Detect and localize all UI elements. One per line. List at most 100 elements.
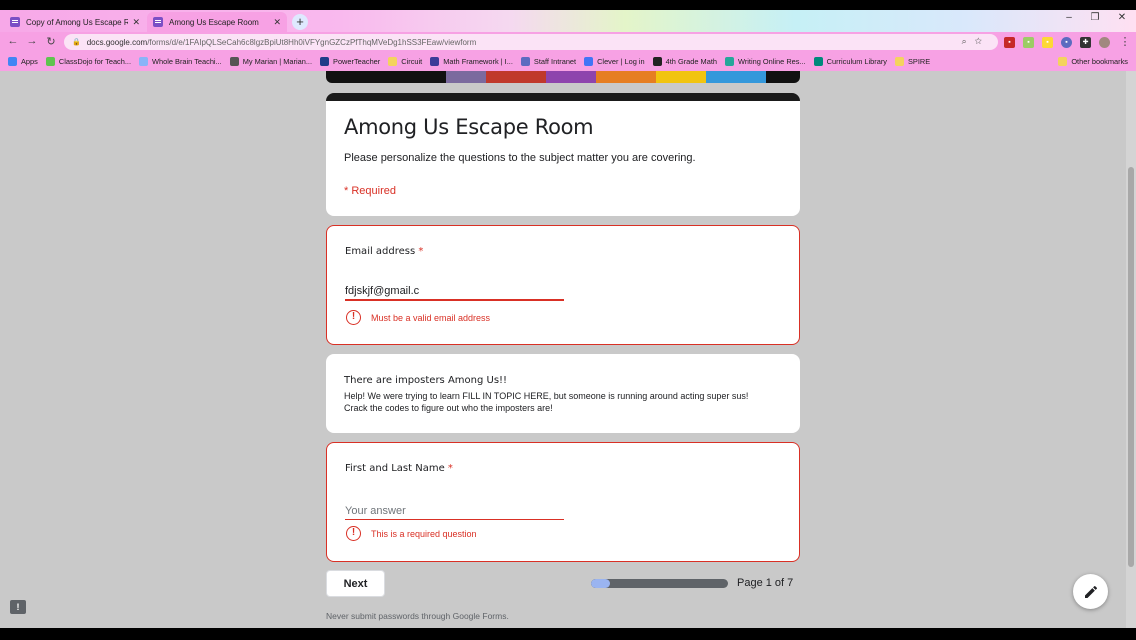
bookmark-item[interactable]: ClassDojo for Teach... bbox=[45, 57, 132, 66]
email-label: Email address * bbox=[345, 246, 423, 257]
bookmark-favicon-icon bbox=[45, 57, 55, 66]
tab-close-icon[interactable]: ✕ bbox=[273, 17, 281, 28]
url-text: docs.google.com/forms/d/e/1FAIpQLSeCah6c… bbox=[87, 38, 477, 47]
bookmark-favicon-icon bbox=[388, 57, 398, 66]
form-title: Among Us Escape Room bbox=[344, 115, 594, 139]
new-tab-button[interactable]: + bbox=[292, 14, 308, 30]
close-window-button[interactable]: ✕ bbox=[1108, 12, 1136, 23]
email-field[interactable] bbox=[345, 283, 564, 301]
bookmark-item[interactable]: PowerTeacher bbox=[320, 57, 380, 66]
extension-icon[interactable]: ▪ bbox=[1023, 37, 1034, 48]
profile-avatar[interactable] bbox=[1099, 37, 1110, 48]
bookmark-favicon-icon bbox=[652, 57, 662, 66]
required-star: * bbox=[418, 246, 424, 257]
progress-bar bbox=[591, 579, 728, 588]
name-label: First and Last Name * bbox=[345, 463, 453, 474]
tab-close-icon[interactable]: ✕ bbox=[132, 17, 140, 28]
form-title-card: Among Us Escape Room Please personalize … bbox=[326, 93, 800, 216]
other-bookmarks[interactable]: Other bookmarks bbox=[1058, 52, 1128, 71]
bookmark-item[interactable]: Apps bbox=[8, 57, 38, 66]
omnibox-icons: ⌕☆ bbox=[962, 36, 990, 47]
bookmark-item[interactable]: Staff Intranet bbox=[520, 57, 577, 66]
bookmark-item[interactable]: SPIRE bbox=[895, 57, 930, 66]
extension-icon[interactable]: ▪ bbox=[1061, 37, 1072, 48]
bookmark-label: 4th Grade Math bbox=[665, 57, 717, 66]
bookmark-favicon-icon bbox=[520, 57, 530, 66]
tab-label: Among Us Escape Room bbox=[169, 17, 259, 27]
bookmark-label: Apps bbox=[21, 57, 38, 66]
bookmark-favicon-icon bbox=[895, 57, 904, 66]
minimize-button[interactable]: – bbox=[1055, 12, 1083, 23]
bookmark-item[interactable]: My Marian | Marian... bbox=[229, 57, 313, 66]
next-button[interactable]: Next bbox=[326, 570, 385, 597]
bookmark-label: Clever | Log in bbox=[597, 57, 645, 66]
bookmark-label: ClassDojo for Teach... bbox=[58, 57, 132, 66]
bookmark-label: My Marian | Marian... bbox=[242, 57, 313, 66]
bookmark-label: Writing Online Res... bbox=[737, 57, 806, 66]
bookmark-label: PowerTeacher bbox=[333, 57, 381, 66]
bookmark-item[interactable]: Clever | Log in bbox=[584, 57, 645, 66]
required-star: * bbox=[447, 463, 453, 474]
bookmark-favicon-icon bbox=[229, 57, 239, 66]
extension-icon[interactable]: ▪ bbox=[1042, 37, 1053, 48]
bookmarks-bar: Apps ClassDojo for Teach... Whole Brain Te… bbox=[0, 52, 1136, 71]
scrollbar-thumb[interactable] bbox=[1128, 167, 1134, 567]
more-menu-icon[interactable]: ⋮ bbox=[1118, 35, 1132, 48]
bookmark-item[interactable]: Curriculum Library bbox=[813, 57, 887, 66]
bookmark-favicon-icon bbox=[139, 57, 149, 66]
info-title: There are imposters Among Us!! bbox=[344, 375, 508, 386]
page-count: Page 1 of 7 bbox=[737, 577, 794, 589]
scrollbar[interactable] bbox=[1126, 71, 1136, 628]
edit-button[interactable] bbox=[1073, 574, 1108, 609]
tab-copy-of-among-us[interactable]: Copy of Among Us Escape Room ✕ bbox=[4, 12, 146, 32]
password-warning: Never submit passwords through Google Fo… bbox=[326, 611, 509, 621]
address-bar[interactable]: 🔒 docs.google.com/forms/d/e/1FAIpQLSeCah… bbox=[64, 34, 998, 50]
page-viewport: Among Us Escape Room Please personalize … bbox=[0, 71, 1136, 628]
tab-strip: Copy of Among Us Escape Room ✕ Among Us … bbox=[0, 10, 1136, 32]
bookmark-favicon-icon bbox=[584, 57, 594, 66]
name-error: ! This is a required question bbox=[346, 526, 477, 541]
bookmark-item[interactable]: Writing Online Res... bbox=[724, 57, 806, 66]
bookmark-favicon-icon bbox=[430, 57, 440, 66]
name-error-text: This is a required question bbox=[371, 528, 477, 539]
name-field[interactable] bbox=[345, 502, 564, 520]
bookmark-label: Math Framework | I... bbox=[443, 57, 513, 66]
bookmark-item[interactable]: Circuit bbox=[388, 57, 422, 66]
name-question-card: First and Last Name * ! This is a requir… bbox=[326, 442, 800, 562]
error-icon: ! bbox=[346, 526, 361, 541]
email-question-card: Email address * ! Must be a valid email … bbox=[326, 225, 800, 345]
url-path: /forms/d/e/1FAIpQLSeCah6c8lgzBpiUt8Hh0iV… bbox=[147, 37, 477, 47]
restore-button[interactable]: ❐ bbox=[1081, 12, 1109, 23]
form-header-image bbox=[326, 71, 800, 83]
bookmark-label: SPIRE bbox=[908, 57, 931, 66]
bookmark-favicon-icon bbox=[8, 57, 17, 66]
lock-icon: 🔒 bbox=[72, 39, 81, 46]
back-arrow-icon[interactable]: ← bbox=[6, 35, 20, 47]
bookmark-item[interactable]: 4th Grade Math bbox=[652, 57, 717, 66]
progress-fill bbox=[591, 579, 611, 588]
folder-icon bbox=[1058, 57, 1068, 66]
bookmark-star-icon[interactable]: ☆ bbox=[975, 36, 990, 46]
extension-pdf-icon[interactable]: ▪ bbox=[1004, 37, 1015, 48]
name-label-text: First and Last Name bbox=[345, 463, 445, 474]
bookmark-favicon-icon bbox=[724, 57, 734, 66]
tab-among-us[interactable]: Among Us Escape Room ✕ bbox=[147, 12, 287, 32]
forms-favicon-icon bbox=[10, 17, 20, 27]
bookmark-label: Circuit bbox=[401, 57, 423, 66]
info-body-line: Help! We were trying to learn FILL IN TO… bbox=[344, 391, 749, 401]
forward-arrow-icon[interactable]: → bbox=[25, 35, 39, 47]
info-body-line: Crack the codes to figure out who the im… bbox=[344, 403, 553, 413]
bookmark-item[interactable]: Math Framework | I... bbox=[430, 57, 513, 66]
error-icon: ! bbox=[346, 310, 361, 325]
bookmark-label: Staff Intranet bbox=[533, 57, 577, 66]
bookmark-item[interactable]: Whole Brain Teachi... bbox=[139, 57, 222, 66]
zoom-icon[interactable]: ⌕ bbox=[962, 36, 975, 46]
reload-icon[interactable]: ↻ bbox=[44, 35, 58, 48]
form-description: Please personalize the questions to the … bbox=[344, 152, 696, 164]
letterbox-bottom bbox=[0, 628, 1136, 640]
info-card: There are imposters Among Us!! Help! We … bbox=[326, 354, 800, 433]
forms-favicon-icon bbox=[153, 17, 163, 27]
required-note: * Required bbox=[344, 185, 396, 197]
feedback-icon[interactable]: ! bbox=[10, 600, 26, 614]
puzzle-extensions-icon[interactable]: ✚ bbox=[1080, 37, 1091, 48]
